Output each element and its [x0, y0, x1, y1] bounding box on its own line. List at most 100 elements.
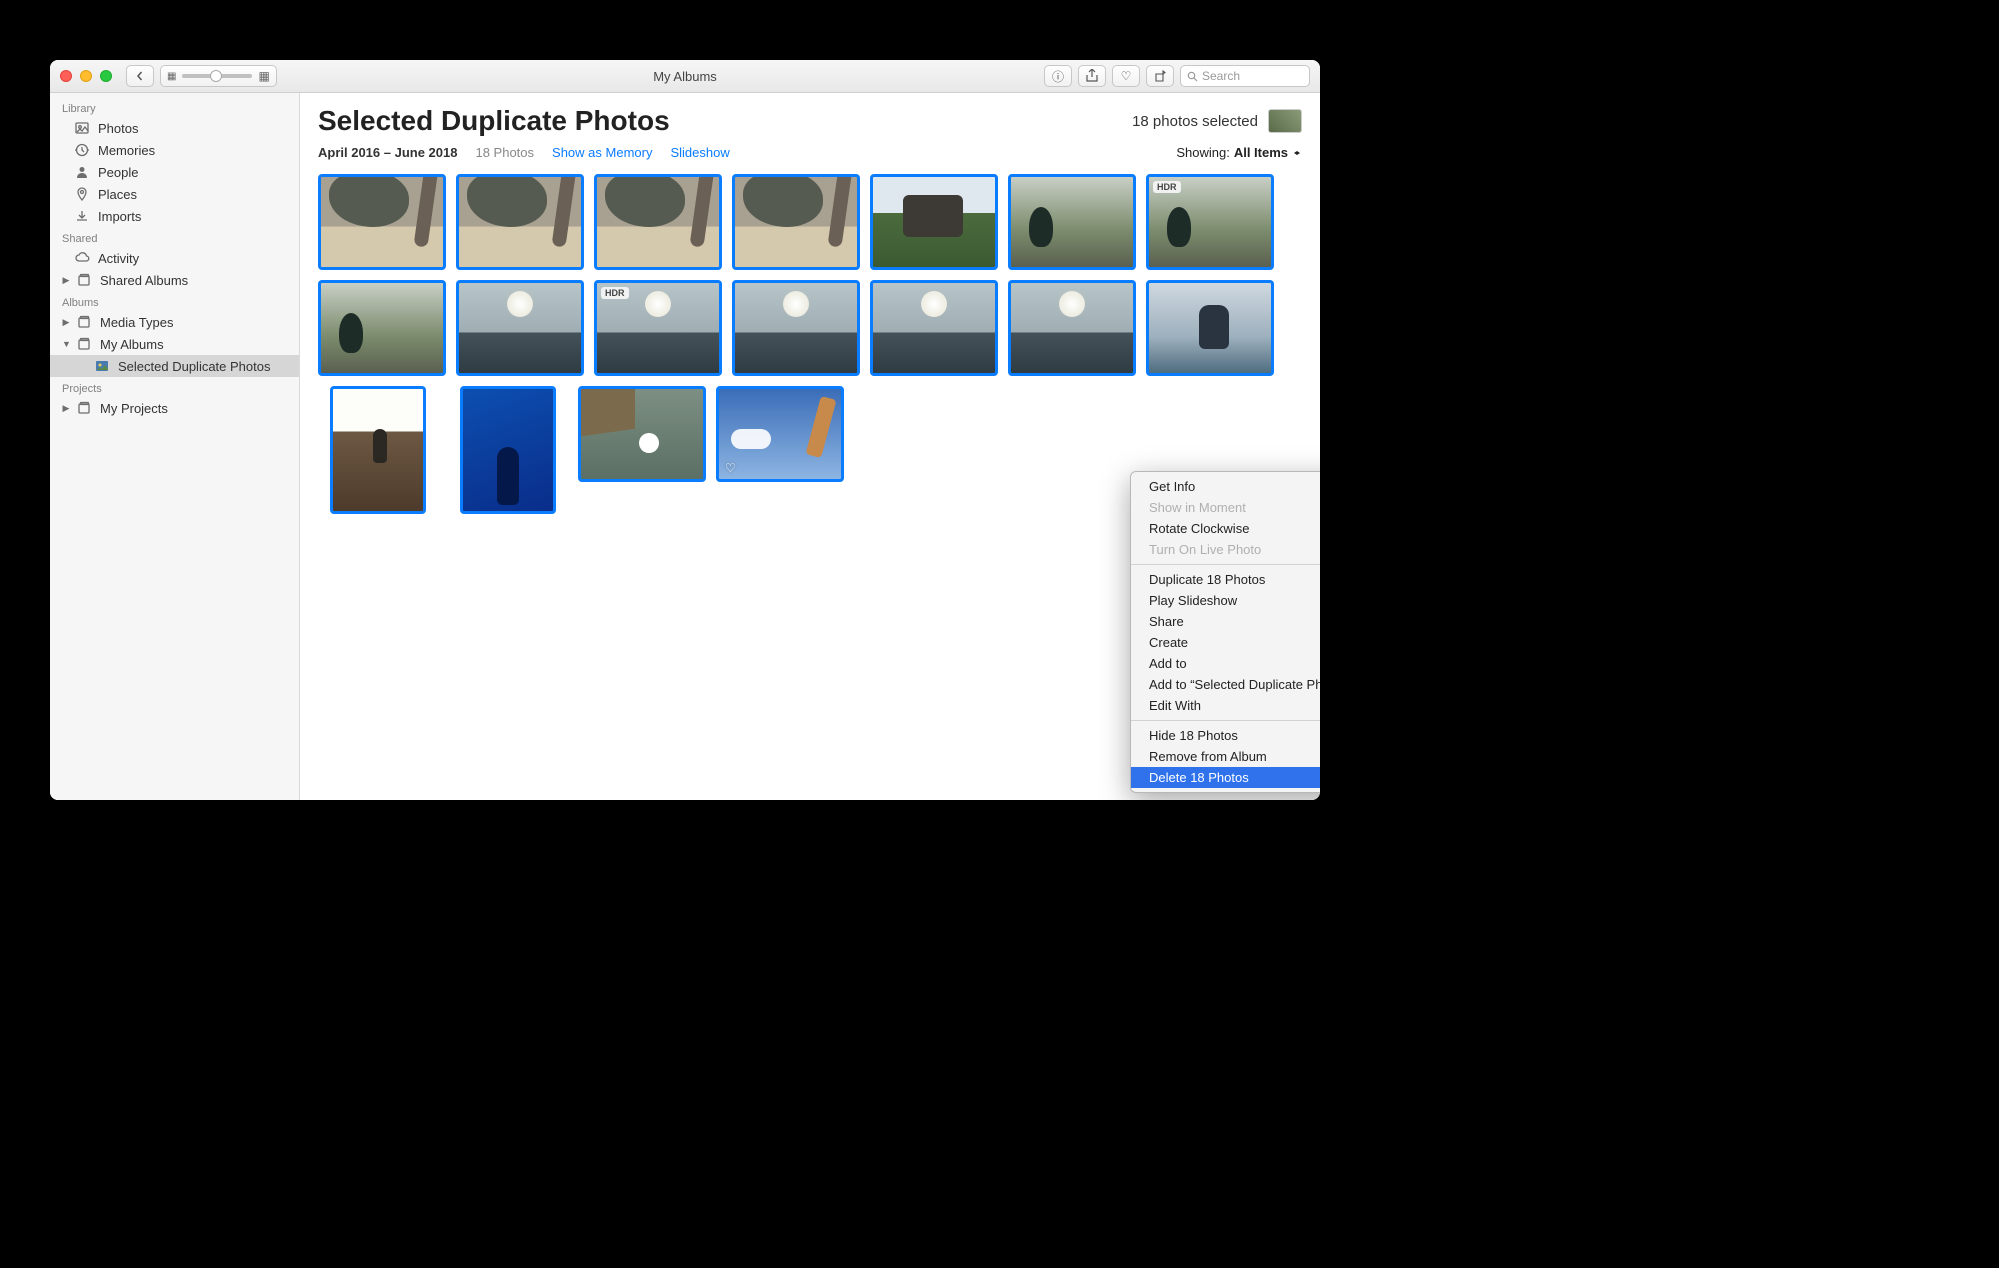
sidebar-item-label: Memories: [98, 143, 155, 158]
context-menu-item[interactable]: Edit With▶: [1131, 695, 1320, 716]
sidebar-item[interactable]: ▶ My Projects: [50, 397, 299, 419]
context-menu: Get Info Show in Moment Rotate Clockwise Tu…: [1130, 471, 1320, 793]
thumbnail-size-control[interactable]: ▦ ▦: [160, 65, 277, 87]
rotate-button[interactable]: [1146, 65, 1174, 87]
context-menu-item[interactable]: Add to “Selected Duplicate Photos”: [1131, 674, 1320, 695]
photo-thumbnail[interactable]: [456, 280, 584, 376]
photo-thumbnail[interactable]: ♡: [716, 386, 844, 482]
sidebar-item[interactable]: ▶ Media Types: [50, 311, 299, 333]
context-menu-label: Get Info: [1149, 479, 1195, 494]
chevron-down-icon: [1292, 148, 1302, 158]
sidebar-item-label: Photos: [98, 121, 138, 136]
share-icon: [1086, 69, 1098, 83]
disclosure-triangle-icon[interactable]: ▶: [62, 403, 70, 414]
zoom-slider[interactable]: [182, 74, 252, 78]
disclosure-triangle-icon[interactable]: ▶: [62, 275, 70, 286]
imports-icon: [74, 208, 90, 224]
photo-thumbnail[interactable]: HDR: [1146, 174, 1274, 270]
context-menu-item[interactable]: Delete 18 Photos: [1131, 767, 1320, 788]
main-content: Selected Duplicate Photos 18 photos sele…: [300, 93, 1320, 800]
context-menu-item[interactable]: Hide 18 Photos: [1131, 725, 1320, 746]
favorite-heart-icon: ♡: [725, 461, 736, 475]
sidebar-item[interactable]: Activity: [50, 247, 299, 269]
info-icon: ⓘ: [1052, 68, 1064, 85]
sidebar-item-label: My Projects: [100, 401, 168, 416]
close-window-button[interactable]: [60, 70, 72, 82]
context-menu-item[interactable]: Get Info: [1131, 476, 1320, 497]
photo-thumbnail[interactable]: [578, 386, 706, 482]
sidebar-item-label: People: [98, 165, 138, 180]
photo-thumbnail[interactable]: [460, 386, 556, 514]
context-menu-item[interactable]: Create▶: [1131, 632, 1320, 653]
album-title: Selected Duplicate Photos: [318, 105, 670, 137]
share-button[interactable]: [1078, 65, 1106, 87]
context-menu-item: Show in Moment: [1131, 497, 1320, 518]
context-menu-label: Turn On Live Photo: [1149, 542, 1261, 557]
grid-large-icon: ▦: [258, 69, 269, 83]
sidebar-item[interactable]: People: [50, 161, 299, 183]
photo-thumbnail[interactable]: [330, 386, 426, 514]
photo-thumbnail[interactable]: [318, 280, 446, 376]
context-menu-item[interactable]: Add to▶: [1131, 653, 1320, 674]
search-icon: [1187, 71, 1198, 82]
album-icon: [76, 400, 92, 416]
context-menu-item: Turn On Live Photo: [1131, 539, 1320, 560]
context-menu-item[interactable]: Remove from Album: [1131, 746, 1320, 767]
photo-thumbnail[interactable]: HDR: [594, 280, 722, 376]
sidebar-item[interactable]: ▼My Albums: [50, 333, 299, 355]
photo-thumbnail[interactable]: [732, 174, 860, 270]
photo-thumbnail[interactable]: [318, 174, 446, 270]
photo-thumbnail[interactable]: [1008, 174, 1136, 270]
zoom-window-button[interactable]: [100, 70, 112, 82]
section-projects: Projects: [50, 377, 299, 397]
context-menu-label: Duplicate 18 Photos: [1149, 572, 1265, 587]
sidebar-item-label: Media Types: [100, 315, 173, 330]
context-menu-label: Show in Moment: [1149, 500, 1246, 515]
heart-icon: ♡: [1121, 69, 1132, 83]
sidebar: Library Photos Memories People PlacesImport…: [50, 93, 300, 800]
context-menu-item[interactable]: Duplicate 18 Photos: [1131, 569, 1320, 590]
slideshow-link[interactable]: Slideshow: [670, 145, 729, 160]
sidebar-item[interactable]: Selected Duplicate Photos: [50, 355, 299, 377]
context-menu-item[interactable]: Share▶: [1131, 611, 1320, 632]
disclosure-triangle-icon[interactable]: ▼: [62, 339, 70, 349]
context-menu-item[interactable]: Play Slideshow: [1131, 590, 1320, 611]
photo-thumbnail[interactable]: [1008, 280, 1136, 376]
context-menu-item[interactable]: Rotate Clockwise: [1131, 518, 1320, 539]
photo-thumbnail[interactable]: [870, 174, 998, 270]
photo-thumbnail[interactable]: [870, 280, 998, 376]
context-menu-label: Share: [1149, 614, 1184, 629]
context-menu-label: Remove from Album: [1149, 749, 1267, 764]
sidebar-item[interactable]: Memories: [50, 139, 299, 161]
hdr-badge: HDR: [1153, 181, 1181, 193]
search-input[interactable]: Search: [1180, 65, 1310, 87]
section-shared: Shared: [50, 227, 299, 247]
photo-thumbnail[interactable]: [732, 280, 860, 376]
favorite-button[interactable]: ♡: [1112, 65, 1140, 87]
disclosure-triangle-icon[interactable]: ▶: [62, 317, 70, 328]
show-as-memory-link[interactable]: Show as Memory: [552, 145, 652, 160]
context-menu-separator: [1131, 564, 1320, 565]
sidebar-item[interactable]: ▶Shared Albums: [50, 269, 299, 291]
info-button[interactable]: ⓘ: [1044, 65, 1072, 87]
context-menu-label: Add to: [1149, 656, 1187, 671]
minimize-window-button[interactable]: [80, 70, 92, 82]
sidebar-item[interactable]: Places: [50, 183, 299, 205]
section-library: Library: [50, 97, 299, 117]
album-icon: [76, 336, 92, 352]
places-icon: [74, 186, 90, 202]
back-button[interactable]: [126, 65, 154, 87]
photo-thumbnail[interactable]: [594, 174, 722, 270]
selection-preview-thumb[interactable]: [1268, 109, 1302, 133]
context-menu-label: Play Slideshow: [1149, 593, 1237, 608]
photo-thumbnail[interactable]: [1146, 280, 1274, 376]
rotate-icon: [1153, 69, 1167, 83]
photo-thumbnail[interactable]: [456, 174, 584, 270]
context-menu-label: Hide 18 Photos: [1149, 728, 1238, 743]
sidebar-item[interactable]: Imports: [50, 205, 299, 227]
showing-filter[interactable]: Showing: All Items: [1176, 145, 1302, 160]
traffic-lights: [60, 70, 112, 82]
context-menu-label: Create: [1149, 635, 1188, 650]
people-icon: [74, 164, 90, 180]
sidebar-item[interactable]: Photos: [50, 117, 299, 139]
